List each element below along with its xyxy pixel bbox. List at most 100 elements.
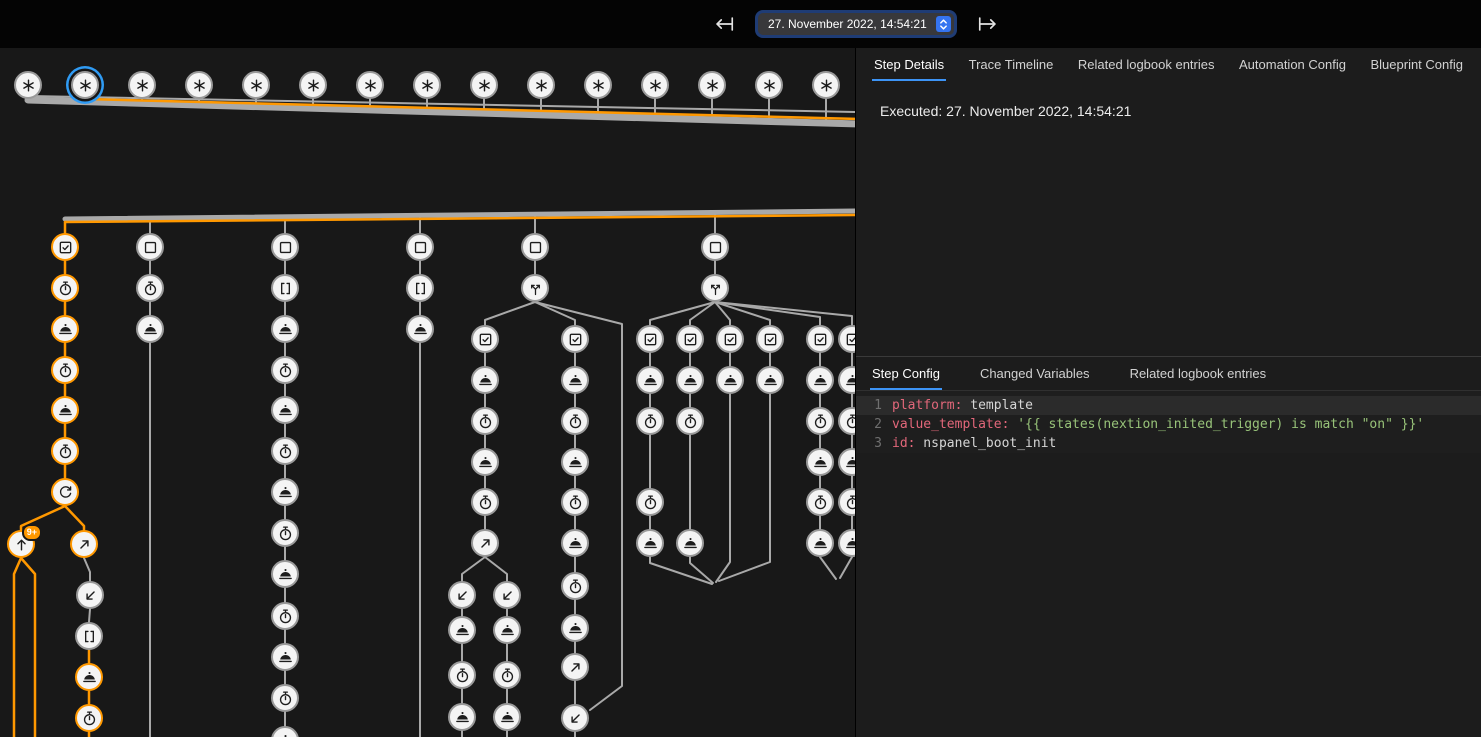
node-refresh[interactable] xyxy=(51,478,79,506)
node-checkbox[interactable] xyxy=(471,325,499,353)
node-asterisk[interactable] xyxy=(128,71,156,99)
node-arrow-down-left[interactable] xyxy=(561,704,589,732)
node-dome[interactable] xyxy=(271,396,299,424)
node-brackets[interactable] xyxy=(406,274,434,302)
node-timer[interactable] xyxy=(271,437,299,465)
node-timer[interactable] xyxy=(636,488,664,516)
node-asterisk[interactable] xyxy=(698,71,726,99)
node-checkbox[interactable] xyxy=(676,325,704,353)
node-dome[interactable] xyxy=(806,366,834,394)
node-asterisk[interactable] xyxy=(641,71,669,99)
node-dome[interactable] xyxy=(271,643,299,671)
node-dome[interactable] xyxy=(471,366,499,394)
node-timer[interactable] xyxy=(493,661,521,689)
node-asterisk[interactable] xyxy=(470,71,498,99)
node-timer[interactable] xyxy=(471,407,499,435)
node-square[interactable] xyxy=(271,233,299,261)
node-timer[interactable] xyxy=(51,437,79,465)
tab-blueprint-config[interactable]: Blueprint Config xyxy=(1368,50,1465,81)
tab-changed-variables[interactable]: Changed Variables xyxy=(978,359,1092,390)
node-dome[interactable] xyxy=(448,703,476,731)
node-square[interactable] xyxy=(521,233,549,261)
node-brackets[interactable] xyxy=(75,622,103,650)
node-dome[interactable] xyxy=(136,315,164,343)
node-square[interactable] xyxy=(406,233,434,261)
node-timer[interactable] xyxy=(75,704,103,732)
node-brackets[interactable] xyxy=(271,274,299,302)
node-timer[interactable] xyxy=(838,488,855,516)
node-choose[interactable] xyxy=(701,274,729,302)
node-timer[interactable] xyxy=(806,488,834,516)
node-dome[interactable] xyxy=(561,366,589,394)
node-checkbox[interactable] xyxy=(51,233,79,261)
node-dome[interactable] xyxy=(561,448,589,476)
node-asterisk[interactable] xyxy=(71,71,99,99)
tab-related-logbook-entries[interactable]: Related logbook entries xyxy=(1076,50,1217,81)
node-arrow-up-right[interactable] xyxy=(561,653,589,681)
node-asterisk[interactable] xyxy=(242,71,270,99)
node-timer[interactable] xyxy=(271,519,299,547)
node-dome[interactable] xyxy=(676,366,704,394)
tab-step-details[interactable]: Step Details xyxy=(872,50,946,81)
node-dome[interactable] xyxy=(561,614,589,642)
node-dome[interactable] xyxy=(636,529,664,557)
node-dome[interactable] xyxy=(51,315,79,343)
node-asterisk[interactable] xyxy=(413,71,441,99)
node-timer[interactable] xyxy=(806,407,834,435)
previous-trace-button[interactable] xyxy=(712,12,736,36)
node-dome[interactable] xyxy=(561,529,589,557)
node-square[interactable] xyxy=(136,233,164,261)
node-dome[interactable] xyxy=(271,560,299,588)
node-dome[interactable] xyxy=(271,478,299,506)
next-trace-button[interactable] xyxy=(976,12,1000,36)
node-arrow-up-right[interactable] xyxy=(70,530,98,558)
node-dome[interactable] xyxy=(806,529,834,557)
node-asterisk[interactable] xyxy=(755,71,783,99)
node-square[interactable] xyxy=(701,233,729,261)
tab-related-logbook-entries-2[interactable]: Related logbook entries xyxy=(1128,359,1269,390)
node-choose[interactable] xyxy=(521,274,549,302)
node-checkbox[interactable] xyxy=(806,325,834,353)
node-checkbox[interactable] xyxy=(756,325,784,353)
node-timer[interactable] xyxy=(51,274,79,302)
node-asterisk[interactable] xyxy=(356,71,384,99)
node-arrow-up[interactable]: 9+ xyxy=(7,530,35,558)
node-asterisk[interactable] xyxy=(527,71,555,99)
node-checkbox[interactable] xyxy=(636,325,664,353)
tab-trace-timeline[interactable]: Trace Timeline xyxy=(967,50,1056,81)
node-timer[interactable] xyxy=(448,661,476,689)
node-dome[interactable] xyxy=(493,616,521,644)
node-asterisk[interactable] xyxy=(299,71,327,99)
trace-timestamp-select[interactable]: 27. November 2022, 14:54:21 xyxy=(758,13,954,35)
node-timer[interactable] xyxy=(636,407,664,435)
tab-step-config[interactable]: Step Config xyxy=(870,359,942,390)
node-arrow-down-left[interactable] xyxy=(493,581,521,609)
node-dome[interactable] xyxy=(271,315,299,343)
node-checkbox[interactable] xyxy=(716,325,744,353)
node-dome[interactable] xyxy=(406,315,434,343)
node-checkbox[interactable] xyxy=(838,325,855,353)
tab-automation-config[interactable]: Automation Config xyxy=(1237,50,1348,81)
node-checkbox[interactable] xyxy=(561,325,589,353)
node-dome[interactable] xyxy=(838,448,855,476)
node-timer[interactable] xyxy=(271,602,299,630)
node-asterisk[interactable] xyxy=(14,71,42,99)
node-timer[interactable] xyxy=(271,356,299,384)
node-dome[interactable] xyxy=(51,396,79,424)
node-timer[interactable] xyxy=(561,407,589,435)
node-dome[interactable] xyxy=(636,366,664,394)
node-asterisk[interactable] xyxy=(812,71,840,99)
node-dome[interactable] xyxy=(271,726,299,737)
node-arrow-down-left[interactable] xyxy=(448,581,476,609)
node-asterisk[interactable] xyxy=(584,71,612,99)
node-dome[interactable] xyxy=(716,366,744,394)
node-dome[interactable] xyxy=(756,366,784,394)
node-dome[interactable] xyxy=(838,366,855,394)
node-dome[interactable] xyxy=(806,448,834,476)
node-timer[interactable] xyxy=(561,488,589,516)
node-dome[interactable] xyxy=(838,529,855,557)
node-dome[interactable] xyxy=(75,663,103,691)
node-asterisk[interactable] xyxy=(185,71,213,99)
node-timer[interactable] xyxy=(676,407,704,435)
node-timer[interactable] xyxy=(271,684,299,712)
